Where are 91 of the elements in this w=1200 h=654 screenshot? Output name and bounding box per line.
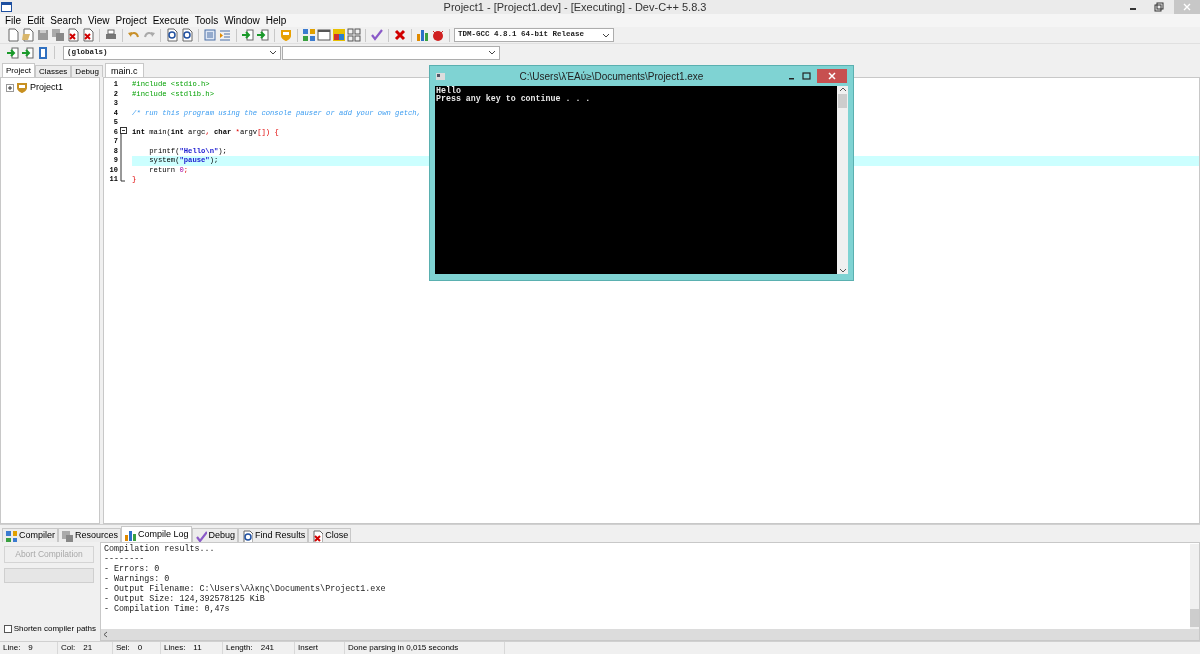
panel-tab[interactable]: Project xyxy=(2,63,35,77)
status-label: Col: xyxy=(61,642,76,654)
horizontal-scrollbar[interactable] xyxy=(101,629,1199,640)
cross-icon[interactable] xyxy=(393,28,407,42)
panel-tab[interactable]: Debug xyxy=(71,65,103,77)
save-all-icon[interactable] xyxy=(51,28,65,42)
window-icon[interactable] xyxy=(317,28,331,42)
caret-icon xyxy=(488,49,496,56)
console-title: C:\Users\λΈΑύ≥\Documents\Project1.exe xyxy=(518,69,705,84)
menu-item[interactable]: Execute xyxy=(149,15,192,26)
bug-icon[interactable] xyxy=(431,28,445,42)
shield-icon[interactable] xyxy=(279,28,293,42)
status-value: 9 xyxy=(28,642,33,654)
expand-icon[interactable] xyxy=(6,83,14,92)
close-file-icon[interactable] xyxy=(66,28,80,42)
stack-icon xyxy=(61,529,73,542)
log-line: - Warnings: 0 xyxy=(104,574,171,584)
collapse-icon[interactable] xyxy=(119,127,127,134)
log-line: - Errors: 0 xyxy=(104,564,161,574)
checkbox[interactable] xyxy=(4,625,12,633)
check-icon[interactable] xyxy=(370,28,384,42)
window-title: Project1 - [Project1.dev] - [Executing] - Dev-C++ 5.8.3 xyxy=(442,0,708,15)
status-label: Sel: xyxy=(116,642,130,654)
tiles-icon xyxy=(5,529,17,542)
scrollbar-thumb[interactable] xyxy=(1190,609,1199,627)
maximize-icon[interactable] xyxy=(802,71,811,81)
editor-tab[interactable]: main.c xyxy=(105,63,144,77)
panel-tab[interactable]: Close xyxy=(308,528,352,542)
log-line: - Output Filename: C:\Users\Αλκης\Documents\Project1.exe xyxy=(104,584,387,594)
panel-tab[interactable]: Classes xyxy=(34,65,72,77)
status-label: Lines: xyxy=(164,642,186,654)
scrollbar-thumb[interactable] xyxy=(838,94,847,108)
caret-icon xyxy=(269,49,277,56)
shield-icon xyxy=(16,81,28,94)
tiles-icon[interactable] xyxy=(302,28,316,42)
book-icon[interactable] xyxy=(36,45,50,60)
panel-tab[interactable]: Resources xyxy=(58,528,122,542)
menu-item[interactable]: Edit xyxy=(24,15,48,26)
close-all-icon[interactable] xyxy=(81,28,95,42)
menu-item[interactable]: File xyxy=(2,15,25,26)
color-grid-icon[interactable] xyxy=(332,28,346,42)
bar-chart-icon xyxy=(124,528,137,541)
menu-item[interactable]: Project xyxy=(112,15,150,26)
menu-item[interactable]: Window xyxy=(221,15,263,26)
console-output-line: Press any key to continue . . . xyxy=(436,95,592,103)
caret-icon xyxy=(602,31,610,39)
close-icon[interactable] xyxy=(828,72,836,80)
tree-item[interactable]: Project1 xyxy=(30,81,64,95)
vertical-scrollbar[interactable] xyxy=(837,86,848,274)
status-label: Length: xyxy=(226,642,253,654)
search-icon[interactable] xyxy=(165,28,179,42)
log-line: Compilation results... xyxy=(104,544,216,554)
list-icon[interactable] xyxy=(203,28,217,42)
arrow-in-icon[interactable] xyxy=(256,28,270,42)
grid-icon[interactable] xyxy=(347,28,361,42)
status-label: Line: xyxy=(3,642,21,654)
log-line: - Output Size: 124,392578125 KiB xyxy=(104,594,266,604)
bar-chart-icon[interactable] xyxy=(416,28,430,42)
print-icon[interactable] xyxy=(104,28,118,42)
checkbox-label[interactable]: Shorten compiler paths xyxy=(13,623,96,635)
menu-item[interactable]: View xyxy=(85,15,113,26)
status-value: Insert xyxy=(298,642,318,654)
status-value: Done parsing in 0,015 seconds xyxy=(348,642,459,654)
indent-icon[interactable] xyxy=(218,28,232,42)
search-icon[interactable] xyxy=(180,28,194,42)
log-line: - Compilation Time: 0,47s xyxy=(104,604,231,614)
open-file-icon[interactable] xyxy=(21,28,35,42)
check-icon xyxy=(194,529,207,542)
console-icon xyxy=(436,72,445,80)
panel-tab[interactable]: Debug xyxy=(191,528,239,542)
panel-tab[interactable]: Find Results xyxy=(238,528,309,542)
panel-tab[interactable]: Compile Log xyxy=(121,526,192,542)
log-line: -------- xyxy=(104,554,146,564)
status-value: 241 xyxy=(260,642,275,654)
status-value: 0 xyxy=(137,642,143,654)
arrow-in-icon[interactable] xyxy=(6,45,20,60)
restore-icon[interactable] xyxy=(1152,0,1166,14)
panel-tab[interactable]: Compiler xyxy=(2,528,58,542)
menu-item[interactable]: Help xyxy=(262,15,290,26)
app-icon xyxy=(0,1,13,13)
status-value: 11 xyxy=(193,642,202,654)
status-value: 21 xyxy=(83,642,93,654)
close-button[interactable] xyxy=(817,69,847,83)
menu-item[interactable]: Tools xyxy=(191,15,222,26)
arrow-in-icon[interactable] xyxy=(241,28,255,42)
save-icon[interactable] xyxy=(36,28,50,42)
fold-line-drawing xyxy=(120,134,126,182)
vertical-scrollbar[interactable] xyxy=(1190,544,1199,629)
arrow-in-icon[interactable] xyxy=(21,45,35,60)
console-output-line: Hello xyxy=(436,87,462,95)
menu-item[interactable]: Search xyxy=(47,15,86,26)
